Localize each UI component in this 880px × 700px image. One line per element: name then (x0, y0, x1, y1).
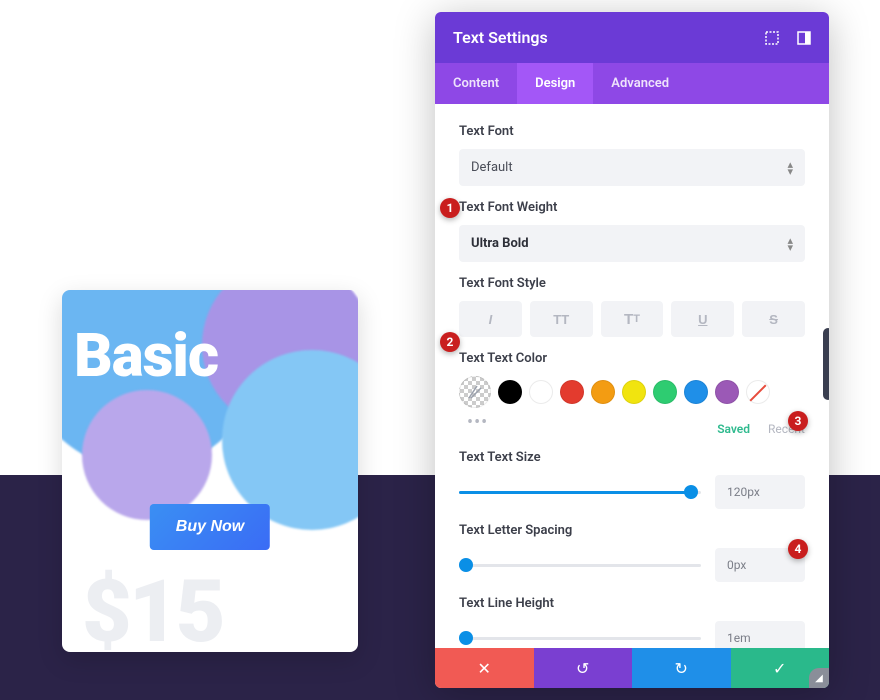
text-font-style-label: Text Font Style (459, 276, 805, 291)
underline-toggle[interactable]: U (671, 301, 734, 337)
swatch-none[interactable] (746, 380, 770, 404)
color-swatch-row (459, 376, 805, 408)
swatch-orange[interactable] (591, 380, 615, 404)
buy-now-button[interactable]: Buy Now (150, 504, 270, 550)
uppercase-toggle[interactable]: TT (530, 301, 593, 337)
caret-icon: ▴▾ (787, 237, 793, 251)
dock-icon[interactable] (797, 31, 811, 45)
color-tab-saved[interactable]: Saved (717, 422, 750, 436)
line-height-label: Text Line Height (459, 596, 805, 611)
callout-4: 4 (788, 539, 808, 559)
panel-tabs: Content Design Advanced (435, 63, 829, 104)
smallcaps-toggle[interactable]: TT (601, 301, 664, 337)
text-font-value: Default (471, 160, 513, 175)
text-size-value[interactable]: 120px (715, 475, 805, 509)
text-font-weight-value: Ultra Bold (471, 236, 529, 251)
resize-handle-icon[interactable]: ◢ (809, 668, 829, 688)
swatch-blue[interactable] (684, 380, 708, 404)
strikethrough-toggle[interactable]: S (742, 301, 805, 337)
text-settings-panel: Text Settings Content Design Advanced Te… (435, 12, 829, 688)
plan-title: Basic (74, 320, 218, 391)
panel-title: Text Settings (453, 28, 548, 47)
text-size-slider[interactable] (459, 491, 701, 494)
letter-spacing-label: Text Letter Spacing (459, 523, 805, 538)
panel-body: Text Font Default ▴▾ Text Font Weight Ul… (435, 104, 829, 648)
tab-advanced[interactable]: Advanced (593, 63, 687, 104)
text-size-label: Text Text Size (459, 450, 805, 465)
letter-spacing-slider[interactable] (459, 564, 701, 567)
cancel-button[interactable]: ✕ (435, 648, 534, 688)
tab-content[interactable]: Content (435, 63, 517, 104)
swatch-green[interactable] (653, 380, 677, 404)
scroll-indicator[interactable] (823, 328, 829, 400)
swatch-yellow[interactable] (622, 380, 646, 404)
swatch-black[interactable] (498, 380, 522, 404)
undo-button[interactable]: ↺ (534, 648, 633, 688)
text-font-label: Text Font (459, 124, 805, 139)
font-style-toggle-group: I TT TT U S (459, 301, 805, 337)
panel-header: Text Settings (435, 12, 829, 63)
swatch-red[interactable] (560, 380, 584, 404)
line-height-slider[interactable] (459, 637, 701, 640)
line-height-value[interactable]: 1em (715, 621, 805, 648)
save-button[interactable]: ✓ ◢ (731, 648, 830, 688)
text-font-select[interactable]: Default ▴▾ (459, 149, 805, 186)
swatch-purple[interactable] (715, 380, 739, 404)
text-font-weight-label: Text Font Weight (459, 200, 805, 215)
callout-3: 3 (788, 411, 808, 431)
expand-icon[interactable] (765, 31, 779, 45)
callout-1: 1 (440, 198, 460, 218)
callout-2: 2 (440, 332, 460, 352)
tab-design[interactable]: Design (517, 63, 593, 104)
swatch-transparent[interactable] (459, 376, 491, 408)
redo-button[interactable]: ↻ (632, 648, 731, 688)
swatch-white[interactable] (529, 380, 553, 404)
panel-footer: ✕ ↺ ↻ ✓ ◢ (435, 648, 829, 688)
pricing-card-preview: Basic Buy Now $15 (62, 290, 358, 652)
more-colors-icon[interactable]: ••• (459, 412, 488, 433)
plan-price: $15 (82, 561, 223, 652)
text-color-label: Text Text Color (459, 351, 805, 366)
caret-icon: ▴▾ (787, 161, 793, 175)
text-font-weight-select[interactable]: Ultra Bold ▴▾ (459, 225, 805, 262)
italic-toggle[interactable]: I (459, 301, 522, 337)
